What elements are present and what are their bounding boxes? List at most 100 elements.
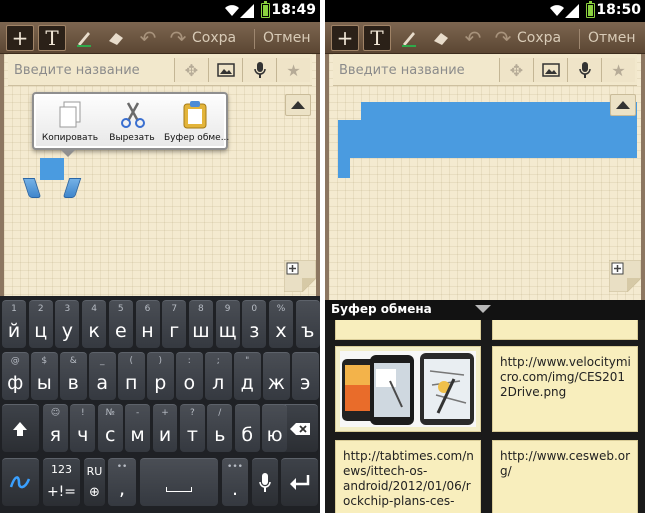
image-icon[interactable] <box>208 58 242 82</box>
undo-icon[interactable]: ↶ <box>134 25 162 51</box>
key-row3-4[interactable]: + и <box>152 404 178 452</box>
key-row3-1[interactable]: ! ч <box>70 404 96 452</box>
signal-icon <box>565 4 579 18</box>
collapse-arrow-icon[interactable] <box>475 305 491 313</box>
selection-handle-end[interactable] <box>62 178 82 198</box>
key-row2-7[interactable]: ; л <box>205 352 232 400</box>
key-row2-6[interactable]: :о <box>176 352 203 400</box>
text-tool-icon[interactable]: T <box>38 25 66 51</box>
symbols-key[interactable]: 123 +!= <box>43 458 80 506</box>
clipboard-item-text[interactable]: http://www.velocitymicro.com/img/CES2012… <box>492 346 638 432</box>
context-copy-button[interactable]: Копировать <box>40 97 100 147</box>
image-icon[interactable] <box>533 58 567 82</box>
microphone-icon[interactable] <box>567 58 601 82</box>
key-row2-2[interactable]: & в <box>60 352 87 400</box>
key-row1-8[interactable]: 9щ <box>215 300 240 348</box>
title-input[interactable]: Введите название <box>14 63 140 78</box>
save-button[interactable]: Сохра <box>517 30 561 46</box>
key-letter: ъ <box>300 320 315 342</box>
key-letter: ш <box>192 320 210 342</box>
scroll-up-button[interactable] <box>610 94 636 116</box>
key-row1-2[interactable]: 3у <box>55 300 80 348</box>
clipboard-item-text[interactable]: http://tabtimes.com/news/ittech-os-andro… <box>335 440 481 513</box>
add-page-icon[interactable] <box>609 260 641 292</box>
clipboard-item-image[interactable] <box>335 346 481 432</box>
note-canvas[interactable]: Введите название ✥ ★ <box>325 54 645 300</box>
keyboard-row-3: ☺ я! ч № с - м + и? т / ь б ю <box>0 404 320 456</box>
key-row2-10[interactable]: э <box>292 352 319 400</box>
comma-key[interactable]: •• , <box>108 458 136 506</box>
text-tool-icon[interactable]: T <box>363 25 391 51</box>
undo-icon[interactable]: ↶ <box>459 25 487 51</box>
pen-icon[interactable] <box>395 25 423 51</box>
key-hint: / <box>218 408 222 418</box>
symbols-key-top: 123 <box>51 463 72 476</box>
star-icon[interactable]: ★ <box>276 58 310 82</box>
key-row2-4[interactable]: (п <box>118 352 145 400</box>
microphone-icon[interactable] <box>242 58 276 82</box>
pen-icon[interactable] <box>70 25 98 51</box>
move-icon[interactable]: ✥ <box>174 58 208 82</box>
redo-icon[interactable]: ↷ <box>489 25 517 51</box>
move-icon[interactable]: ✥ <box>499 58 533 82</box>
key-row3-8[interactable]: ю <box>262 404 287 452</box>
key-row1-6[interactable]: 7г <box>162 300 187 348</box>
key-row1-10[interactable]: % х <box>269 300 293 348</box>
key-row1-1[interactable]: 2ц <box>28 300 53 348</box>
scroll-up-button[interactable] <box>285 94 311 116</box>
key-row2-0[interactable]: @ ф <box>2 352 29 400</box>
plus-icon[interactable]: + <box>331 25 359 51</box>
title-input[interactable]: Введите название <box>339 63 465 78</box>
triangle-up-icon <box>291 101 305 109</box>
key-row2-9[interactable]: ж <box>263 352 290 400</box>
key-row1-0[interactable]: 1й <box>2 300 26 348</box>
cancel-button[interactable]: Отмен <box>263 30 311 46</box>
key-letter: в <box>67 372 79 394</box>
key-row2-5[interactable]: ) р <box>147 352 174 400</box>
enter-key[interactable] <box>281 458 318 506</box>
key-letter: о <box>183 372 196 394</box>
context-cut-button[interactable]: Вырезать <box>102 97 162 147</box>
add-page-icon[interactable] <box>284 260 316 292</box>
shift-key[interactable] <box>2 404 39 452</box>
key-row1-3[interactable]: 4к <box>82 300 107 348</box>
plus-icon[interactable]: + <box>6 25 34 51</box>
comma-label: , <box>118 478 126 500</box>
language-key[interactable]: RU ⊕ <box>84 458 105 506</box>
selection-handle-start[interactable] <box>22 178 42 198</box>
cancel-button[interactable]: Отмен <box>588 30 636 46</box>
key-hint: _ <box>100 356 105 366</box>
key-row3-6[interactable]: / ь <box>207 404 233 452</box>
note-canvas[interactable]: Введите название ✥ ★ Копировать Вырезать… <box>0 54 320 296</box>
clipboard-item-text[interactable]: http://www.cesweb.org/ <box>492 440 638 513</box>
key-row3-0[interactable]: ☺ я <box>43 404 68 452</box>
clipboard-item[interactable] <box>492 320 638 340</box>
space-key[interactable] <box>140 458 218 506</box>
key-row2-3[interactable]: _ а <box>89 352 116 400</box>
key-row3-3[interactable]: -м <box>125 404 150 452</box>
clipboard-header[interactable]: Буфер обмена <box>325 300 645 320</box>
redo-icon[interactable]: ↷ <box>164 25 192 51</box>
star-icon[interactable]: ★ <box>601 58 635 82</box>
key-letter: с <box>104 424 116 446</box>
key-row3-7[interactable]: б <box>234 404 260 452</box>
key-row1-7[interactable]: 8ш <box>188 300 213 348</box>
key-row1-5[interactable]: 6н <box>135 300 160 348</box>
eraser-icon[interactable] <box>102 25 130 51</box>
key-row1-4[interactable]: 5е <box>108 300 133 348</box>
title-bar: Введите название ✥ ★ <box>333 54 637 86</box>
key-row3-5[interactable]: ? т <box>180 404 205 452</box>
voice-key[interactable] <box>252 458 278 506</box>
key-row2-1[interactable]: $ ы <box>31 352 58 400</box>
clipboard-item[interactable] <box>335 320 481 340</box>
handwriting-icon <box>9 476 31 489</box>
context-clipboard-button[interactable]: Буфер обме... <box>164 97 229 147</box>
period-key[interactable]: ••• . <box>222 458 248 506</box>
key-row1-11[interactable]: ъ <box>295 300 320 348</box>
handwriting-key[interactable] <box>2 458 39 506</box>
eraser-icon[interactable] <box>427 25 455 51</box>
key-row3-2[interactable]: № с <box>97 404 123 452</box>
key-row2-8[interactable]: " д <box>234 352 261 400</box>
save-button[interactable]: Сохра <box>192 30 236 46</box>
key-row1-9[interactable]: 0з <box>242 300 267 348</box>
